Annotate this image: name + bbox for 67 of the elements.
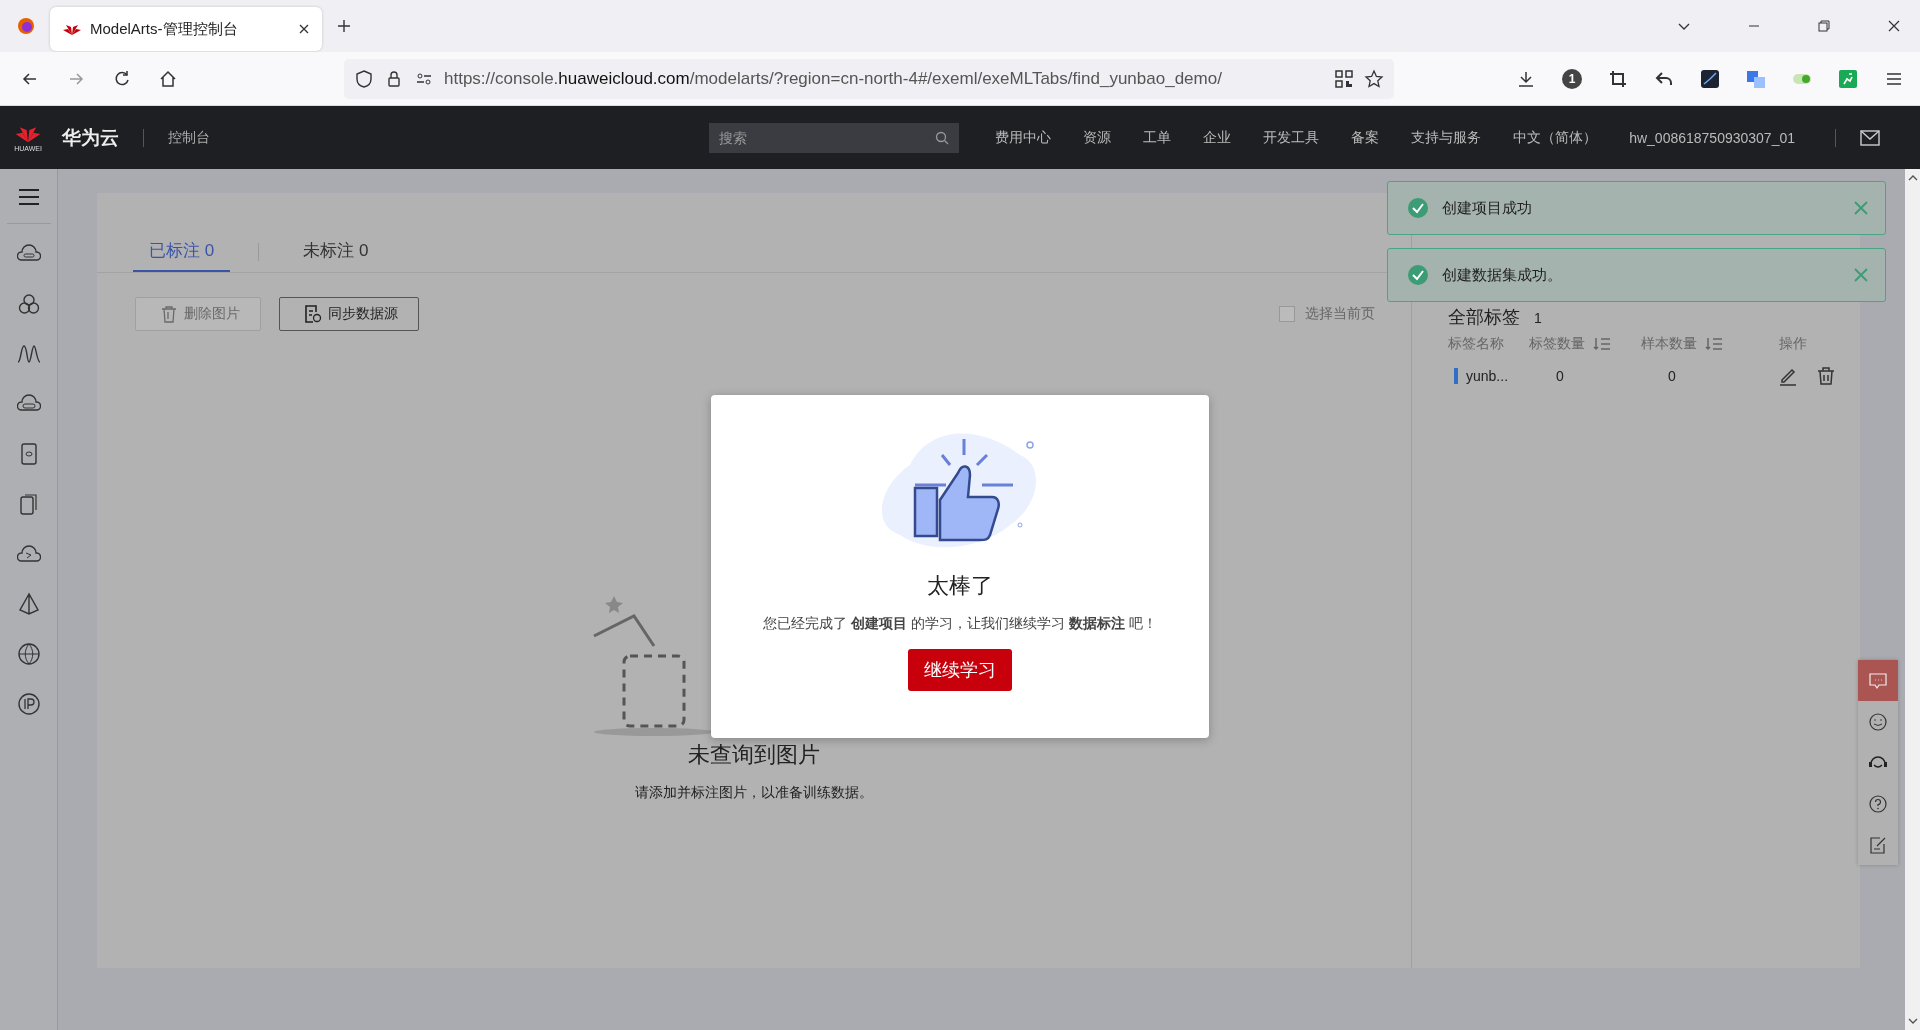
check-circle-icon — [1408, 265, 1428, 285]
label-count: 1 — [1534, 310, 1542, 326]
search-field[interactable]: 搜索 — [709, 122, 960, 153]
toast-message: 创建项目成功 — [1442, 198, 1533, 218]
close-icon[interactable] — [1886, 18, 1902, 34]
nav-link[interactable]: 企业 — [1203, 128, 1232, 147]
tab[interactable]: 未标注 0 — [287, 239, 385, 272]
ip-circle-icon[interactable] — [16, 692, 41, 716]
column-header: 标签数量 — [1529, 335, 1585, 353]
browser-tab[interactable]: ModelArts-管理控制台 — [50, 7, 322, 51]
toast-message: 创建数据集成功。 — [1442, 265, 1563, 285]
nav-link[interactable]: 开发工具 — [1263, 128, 1320, 147]
trash-icon — [160, 305, 178, 323]
continue-button[interactable]: 继续学习 — [908, 649, 1012, 691]
crop-icon[interactable] — [1608, 68, 1628, 89]
qr-code-icon[interactable] — [1334, 68, 1354, 89]
panel-title: 全部标签 — [1448, 306, 1520, 329]
scroll-down-icon — [1907, 1016, 1918, 1026]
mail-icon[interactable] — [1860, 129, 1880, 146]
help-icon — [1868, 793, 1888, 814]
dialog-title: 太棒了 — [927, 572, 993, 600]
translate-icon[interactable] — [1746, 68, 1766, 89]
nav-link[interactable]: 费用中心 — [995, 128, 1052, 147]
empty-title: 未查询到图片 — [688, 741, 820, 769]
note-edit-icon — [1868, 834, 1888, 855]
document-sync-icon — [304, 305, 322, 323]
new-tab-icon[interactable] — [336, 18, 352, 34]
nav-link[interactable]: 中文（简体） — [1513, 128, 1598, 147]
star-icon[interactable] — [1364, 68, 1384, 89]
nav-link[interactable]: hw_008618750930307_01 — [1629, 129, 1795, 146]
home-icon[interactable] — [158, 68, 178, 89]
close-icon[interactable] — [298, 23, 310, 35]
empty-hint: 请添加并标注图片，以准备训练数据。 — [635, 784, 873, 802]
brand-name[interactable]: 华为云 — [62, 124, 119, 151]
nav-link[interactable]: 资源 — [1083, 128, 1112, 147]
column-header: 操作 — [1779, 335, 1807, 353]
pyramid-icon[interactable] — [16, 592, 41, 616]
three-circles-icon[interactable] — [16, 292, 41, 316]
url-text: https://console.huaweicloud.com/modelarts/?region=cn-north-4#/exeml/exeMLTabs/find_yunbao_demo/ — [444, 68, 1223, 89]
edit-icon[interactable] — [1778, 366, 1798, 386]
extension-badge[interactable]: 1 — [1562, 68, 1582, 89]
dialog-message: 您已经完成了 创建项目 的学习，让我们继续学习 数据标注 吧！ — [763, 615, 1157, 633]
check-circle-icon — [1408, 198, 1428, 218]
shield-icon — [354, 68, 374, 89]
label-name: yunb... — [1454, 368, 1528, 384]
nav-link[interactable]: 备案 — [1351, 128, 1380, 147]
table-cell-text: 0 — [1555, 368, 1565, 384]
nav-link[interactable]: 支持与服务 — [1411, 128, 1482, 147]
sort-icon[interactable] — [1593, 337, 1611, 351]
nav-link[interactable]: 工单 — [1143, 128, 1172, 147]
column-header: 样本数量 — [1641, 335, 1697, 353]
search-icon — [935, 130, 950, 145]
table-cell-text: 0 — [1667, 368, 1677, 384]
sync-source-button[interactable]: 同步数据源 — [279, 297, 419, 331]
trash-icon[interactable] — [1816, 366, 1836, 386]
chat-button[interactable] — [1858, 660, 1898, 701]
console-link[interactable]: 控制台 — [168, 128, 210, 147]
chat-bubble-icon — [1868, 670, 1888, 691]
address-bar[interactable]: https://console.huaweicloud.com/modelarts/?region=cn-north-4#/exeml/exeMLTabs/find_yunbao_demo/ — [344, 58, 1394, 99]
restore-icon[interactable] — [1816, 18, 1832, 34]
smiley-icon — [1868, 711, 1888, 732]
scroll-up-icon — [1907, 173, 1918, 183]
globe-icon[interactable] — [16, 642, 41, 666]
sort-icon[interactable] — [1705, 337, 1723, 351]
column-header: 标签名称 — [1448, 335, 1504, 353]
chart-square-icon[interactable] — [1700, 68, 1720, 89]
browser-logo-icon[interactable] — [16, 16, 36, 36]
